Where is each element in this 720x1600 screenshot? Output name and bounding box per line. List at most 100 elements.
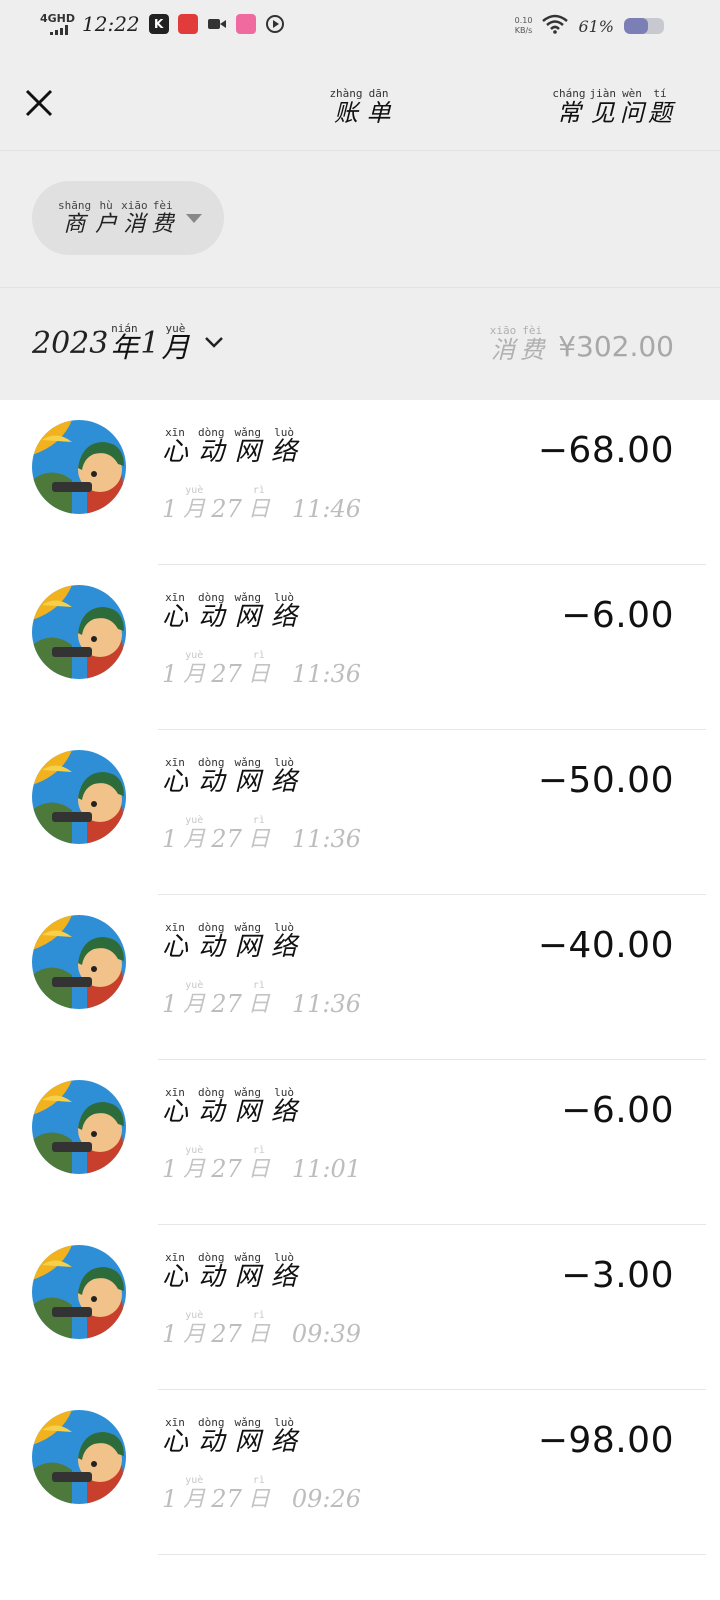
year-number: 2023: [32, 326, 109, 361]
net-speed: 0.10 KB/s: [515, 16, 533, 36]
merchant-consumption-filter[interactable]: shāng 商 hù 户 xiāo 消 fèi 费: [32, 181, 224, 255]
caret-down-icon: [185, 213, 202, 223]
date-day-char: rì 日: [248, 649, 270, 688]
signal-bars-icon: [50, 25, 68, 35]
merchant-name: xīn 心 dòng 动 wǎng 网 luò 络: [160, 1086, 305, 1125]
merchant-hanzi: 动: [198, 602, 225, 632]
transaction-row[interactable]: xīn 心 dòng 动 wǎng 网 luò 络 1 yuè 月 27 rì 日 09:26 −98.00: [0, 1390, 720, 1555]
date-day-number: 27: [211, 660, 242, 688]
date-day-pinyin: rì: [252, 650, 265, 661]
transaction-row[interactable]: xīn 心 dòng 动 wǎng 网 luò 络 1 yuè 月 27 rì 日 11:46 −68.00: [0, 400, 720, 565]
date-month-number: 1: [162, 825, 178, 853]
merchant-hanzi: 动: [198, 1097, 225, 1127]
wifi-icon: [542, 14, 569, 38]
network-type: 4GHD: [40, 12, 76, 25]
merchant-hanzi: 心: [162, 1427, 189, 1457]
net-speed-unit: KB/s: [514, 26, 533, 35]
date-day-char: rì 日: [248, 814, 270, 853]
month-char: yuè 月: [161, 322, 189, 362]
merchant-hanzi: 络: [271, 602, 298, 632]
merchant-char: xīn 心: [162, 756, 188, 795]
merchant-char: xīn 心: [162, 426, 188, 465]
merchant-char: dòng 动: [198, 756, 225, 795]
video-icon: [207, 14, 227, 34]
transaction-time: 09:39: [291, 1320, 362, 1348]
date-day-pinyin: rì: [252, 1145, 265, 1156]
transaction-datetime: 1 yuè 月 27 rì 日 09:26: [158, 1474, 365, 1513]
summary-hanzi: 费: [520, 336, 545, 364]
date-day-hanzi: 日: [247, 827, 270, 852]
merchant-char: wǎng 网: [235, 591, 262, 630]
summary-hanzi: 消: [490, 336, 515, 364]
transaction-row[interactable]: xīn 心 dòng 动 wǎng 网 luò 络 1 yuè 月 27 rì 日 09:39 −3.00: [0, 1225, 720, 1390]
date-month-number: 1: [162, 1155, 178, 1183]
date-month-pinyin: yuè: [185, 815, 204, 826]
merchant-hanzi: 网: [234, 437, 261, 467]
merchant-hanzi: 心: [162, 602, 189, 632]
filter-char: fèi 费: [152, 199, 174, 238]
battery-icon: [624, 18, 664, 34]
merchant-hanzi: 网: [234, 767, 261, 797]
transaction-amount: −98.00: [537, 1420, 674, 1461]
merchant-char: wǎng 网: [235, 426, 262, 465]
merchant-avatar: [32, 750, 126, 844]
month-number: 1: [140, 326, 160, 361]
transaction-time: 11:46: [291, 495, 362, 523]
merchant-hanzi: 网: [234, 1097, 261, 1127]
merchant-hanzi: 心: [162, 932, 189, 962]
signal-indicator: 4GHD: [40, 12, 76, 35]
transaction-amount: −6.00: [561, 1090, 674, 1131]
merchant-char: wǎng 网: [235, 1416, 262, 1455]
date-month-number: 1: [162, 495, 178, 523]
date-month-hanzi: 月: [183, 497, 206, 522]
filter-char: hù 户: [95, 199, 117, 238]
transaction-time: 11:36: [291, 990, 362, 1018]
chevron-down-icon: [205, 337, 224, 348]
merchant-hanzi: 络: [271, 437, 298, 467]
clock: 12:22: [82, 12, 140, 36]
faq-char: jiàn 见: [590, 87, 617, 126]
filter-pinyin: xiāo: [121, 198, 148, 212]
transaction-row[interactable]: xīn 心 dòng 动 wǎng 网 luò 络 1 yuè 月 27 rì 日 11:01 −6.00: [0, 1060, 720, 1225]
title-hanzi: 单: [366, 99, 391, 127]
merchant-char: xīn 心: [162, 1086, 188, 1125]
merchant-name: xīn 心 dòng 动 wǎng 网 luò 络: [160, 756, 305, 795]
month-header: 2023 nián 年 1 yuè 月 xiāo 消 fèi 费 ¥302.00: [0, 288, 720, 400]
merchant-avatar: [32, 1080, 126, 1174]
date-month-char: yuè 月: [183, 649, 205, 688]
merchant-hanzi: 动: [198, 932, 225, 962]
date-day-hanzi: 日: [247, 497, 270, 522]
date-month-hanzi: 月: [183, 1322, 206, 1347]
filter-pinyin: shāng: [58, 198, 92, 212]
date-month-pinyin: yuè: [185, 980, 204, 991]
date-month-pinyin: yuè: [185, 1145, 204, 1156]
net-speed-value: 0.10: [514, 16, 533, 25]
month-selector[interactable]: 2023 nián 年 1 yuè 月: [32, 322, 225, 362]
summary-label: xiāo 消 fèi 费: [488, 324, 547, 363]
date-day-char: rì 日: [248, 484, 270, 523]
merchant-hanzi: 动: [198, 437, 225, 467]
summary-char: xiāo 消: [490, 324, 517, 363]
merchant-hanzi: 络: [271, 767, 298, 797]
date-month-number: 1: [162, 1485, 178, 1513]
date-day-number: 27: [211, 825, 242, 853]
date-day-pinyin: rì: [252, 485, 265, 496]
transaction-row[interactable]: xīn 心 dòng 动 wǎng 网 luò 络 1 yuè 月 27 rì 日 11:36 −6.00: [0, 565, 720, 730]
date-month-pinyin: yuè: [185, 650, 204, 661]
faq-hanzi: 常: [556, 99, 581, 127]
battery-percent: 61%: [578, 16, 614, 36]
merchant-hanzi: 网: [234, 1427, 261, 1457]
merchant-hanzi: 心: [162, 437, 189, 467]
faq-link[interactable]: cháng 常 jiàn 见 wèn 问 tí 题: [550, 82, 674, 126]
merchant-avatar-image: [32, 1245, 126, 1339]
date-day-hanzi: 日: [247, 662, 270, 687]
transaction-row[interactable]: xīn 心 dòng 动 wǎng 网 luò 络 1 yuè 月 27 rì 日 11:36 −50.00: [0, 730, 720, 895]
date-month-hanzi: 月: [183, 1157, 206, 1182]
merchant-hanzi: 络: [271, 1262, 298, 1292]
date-day-number: 27: [211, 1485, 242, 1513]
transaction-row[interactable]: xīn 心 dòng 动 wǎng 网 luò 络 1 yuè 月 27 rì 日 11:36 −40.00: [0, 895, 720, 1060]
merchant-hanzi: 络: [271, 1427, 298, 1457]
merchant-char: wǎng 网: [235, 1086, 262, 1125]
date-month-char: yuè 月: [183, 979, 205, 1018]
merchant-avatar-image: [32, 915, 126, 1009]
